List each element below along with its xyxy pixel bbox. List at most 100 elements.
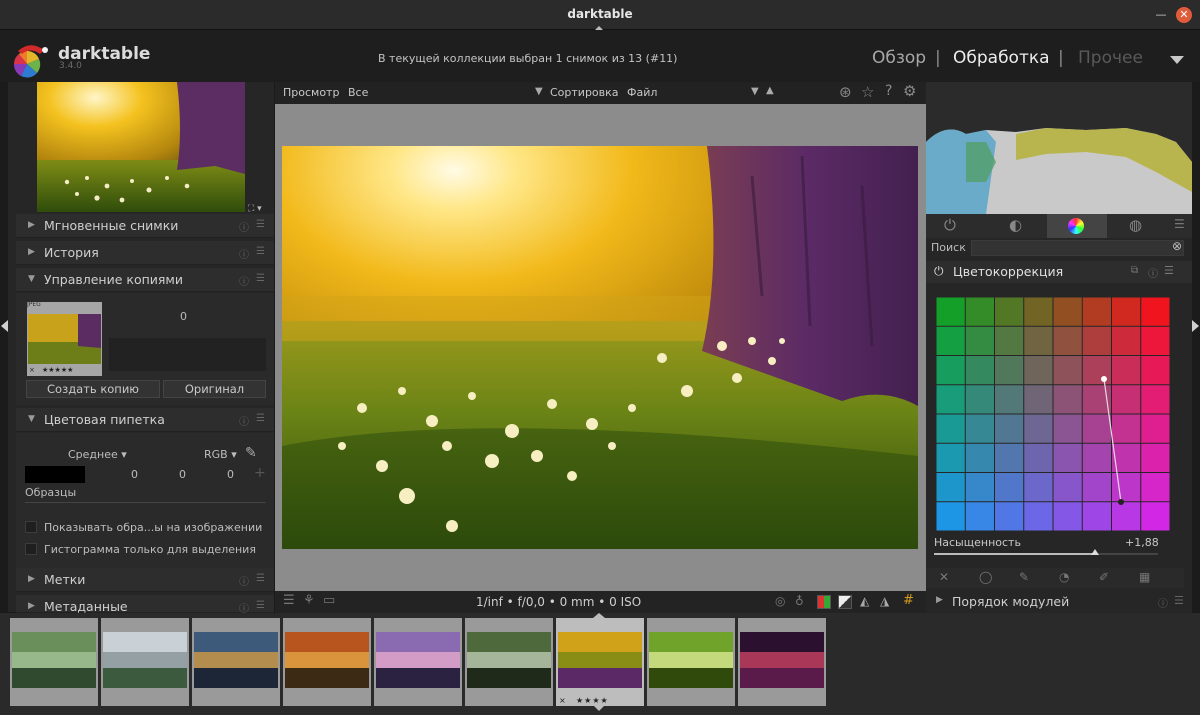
eyedropper-icon[interactable]: ✎ (245, 445, 257, 461)
main-image[interactable] (282, 146, 918, 549)
presets-icon[interactable]: ☰ (256, 573, 265, 584)
mask-off-icon[interactable]: ✕ (939, 570, 949, 584)
softproof-icon[interactable] (817, 595, 831, 609)
presets-icon[interactable]: ☰ (256, 600, 265, 611)
color-assessment-icon[interactable]: ♁ (795, 594, 804, 608)
filmstrip-thumbnail[interactable] (647, 618, 735, 706)
close-button[interactable]: ✕ (1176, 7, 1192, 23)
saturation-slider[interactable]: Насыщенность +1,88 (926, 535, 1192, 561)
filmstrip-thumbnail[interactable] (374, 618, 462, 706)
reject-icon[interactable]: × (559, 696, 566, 705)
active-modules-icon[interactable]: ⏻ (944, 216, 956, 234)
histogram[interactable] (926, 82, 1192, 214)
filmstrip-thumbnail[interactable] (101, 618, 189, 706)
settings-gear-icon[interactable]: ⚙ (903, 82, 916, 100)
presets-icon[interactable]: ☰ (256, 273, 265, 284)
presets-icon[interactable]: ☰ (256, 246, 265, 257)
show-samples-checkbox[interactable] (25, 521, 37, 533)
reset-icon[interactable]: ⓘ (1158, 595, 1168, 610)
reset-icon[interactable]: ⓘ (239, 413, 249, 428)
original-button[interactable]: Оригинал (163, 380, 266, 398)
module-duplicates[interactable]: ▼ Управление копиями ⓘ ☰ (16, 268, 274, 292)
module-tags[interactable]: ▶ Метки ⓘ ☰ (16, 568, 274, 592)
correct-modules-icon[interactable]: ◍ (1129, 216, 1142, 234)
focus-peaking-icon[interactable]: ◎ (775, 594, 785, 608)
help-icon[interactable]: ? (885, 83, 892, 99)
color-grid-cell (1112, 473, 1141, 502)
filmstrip-thumbnail[interactable] (192, 618, 280, 706)
grouping-icon[interactable]: ⊛ (839, 83, 852, 101)
clear-search-icon[interactable]: ⊗ (1172, 239, 1182, 253)
collapse-right-panel-icon[interactable] (1192, 320, 1199, 332)
filmstrip-thumbnail[interactable] (465, 618, 553, 706)
module-metadata[interactable]: ▶ Метаданные ⓘ ☰ (16, 595, 274, 615)
star-rating[interactable]: ★★★★ (576, 696, 609, 705)
views-dropdown-icon[interactable] (1170, 56, 1184, 64)
add-sample-button[interactable]: + (254, 465, 266, 481)
picker-value-r: 0 (131, 468, 138, 481)
module-color-picker[interactable]: ▼ Цветовая пипетка ⓘ ☰ (16, 408, 274, 432)
filmstrip-thumbnail[interactable] (738, 618, 826, 706)
reset-icon[interactable]: ⓘ (239, 219, 249, 234)
mask-parametric-icon[interactable]: ◔ (1059, 570, 1069, 584)
presets-menu-icon[interactable]: ☰ (283, 593, 295, 608)
view-filter-select[interactable]: Все (348, 86, 368, 99)
zoom-fit-icon[interactable]: ⛶ ▾ (248, 204, 262, 214)
view-tab-lighttable[interactable]: Обзор (872, 48, 926, 68)
reset-icon[interactable]: ⓘ (239, 246, 249, 261)
module-history[interactable]: ▶ История ⓘ ☰ (16, 241, 274, 265)
saturation-handle[interactable] (1091, 549, 1100, 555)
color-correction-grid[interactable] (936, 297, 1170, 531)
colorspace-select[interactable]: RGB ▾ (204, 448, 237, 461)
raw-overexposed-icon[interactable]: ◮ (880, 594, 889, 608)
overexposed-icon[interactable]: ◭ (860, 594, 869, 608)
module-order-row[interactable]: ▶ Порядок модулей ⓘ ☰ (926, 591, 1192, 613)
guides-icon[interactable]: # (903, 593, 914, 608)
reset-icon[interactable]: ⓘ (1148, 265, 1158, 280)
filmstrip-thumbnail[interactable]: × ★★★★ (556, 613, 644, 706)
mask-combined-icon[interactable]: ✐ (1099, 570, 1109, 584)
bottom-panel-toggle[interactable] (593, 705, 605, 711)
color-modules-icon[interactable] (1068, 218, 1084, 234)
multi-instance-icon[interactable]: ⧉ (1131, 265, 1138, 276)
reset-icon[interactable]: ⓘ (239, 273, 249, 288)
create-copy-button[interactable]: Создать копию (26, 380, 160, 398)
sort-dropdown-icon[interactable]: ▼ (751, 86, 759, 97)
gamut-check-icon[interactable] (838, 595, 852, 609)
reject-icon[interactable]: × (29, 366, 35, 374)
presets-icon[interactable]: ☰ (1174, 594, 1184, 607)
mask-drawn-icon[interactable]: ✎ (1019, 570, 1029, 584)
duplicate-thumbnail[interactable]: JPEG × ★★★★★ (27, 301, 102, 376)
module-search-input[interactable] (971, 240, 1184, 256)
presets-menu-icon[interactable]: ☰ (1174, 217, 1185, 231)
module-snapshots[interactable]: ▶ Мгновенные снимки ⓘ ☰ (16, 214, 274, 238)
presets-icon[interactable]: ☰ (256, 413, 265, 424)
reset-icon[interactable]: ⓘ (239, 573, 249, 588)
histogram-only-checkbox[interactable] (25, 543, 37, 555)
star-rating[interactable]: ★★★★★ (42, 366, 73, 374)
mask-raster-icon[interactable]: ▦ (1139, 570, 1150, 584)
base-modules-icon[interactable]: ◐ (1009, 216, 1022, 234)
view-tab-other[interactable]: Прочее (1078, 48, 1143, 68)
highlights-handle[interactable] (1101, 376, 1107, 382)
filmstrip-thumbnail[interactable] (283, 618, 371, 706)
presets-icon[interactable]: ☰ (256, 219, 265, 230)
second-window-icon[interactable]: ▭ (323, 593, 335, 608)
minimize-button[interactable]: — (1153, 7, 1169, 23)
view-tab-darkroom[interactable]: Обработка (953, 48, 1050, 68)
navigation-preview[interactable] (37, 82, 245, 212)
star-icon[interactable]: ☆ (861, 83, 874, 101)
styles-icon[interactable]: ⚘ (303, 593, 315, 608)
presets-icon[interactable]: ☰ (1164, 264, 1174, 277)
module-power-icon[interactable]: ⏻ (934, 264, 944, 279)
sort-select[interactable]: Файл (627, 86, 657, 99)
color-correction-header[interactable]: ⏻ Цветокоррекция ⧉ ⓘ ☰ (926, 261, 1192, 283)
filmstrip-thumbnail[interactable] (10, 618, 98, 706)
view-filter-dropdown-icon[interactable]: ▼ (535, 86, 543, 97)
picker-mode-select[interactable]: Среднее ▾ (68, 448, 127, 461)
shadows-handle[interactable] (1118, 499, 1124, 505)
duplicate-count: 0 (180, 310, 187, 323)
sort-order-icon[interactable]: ▲ (766, 85, 774, 96)
collapse-left-panel-icon[interactable] (1, 320, 8, 332)
mask-uniform-icon[interactable]: ◯ (979, 570, 992, 584)
